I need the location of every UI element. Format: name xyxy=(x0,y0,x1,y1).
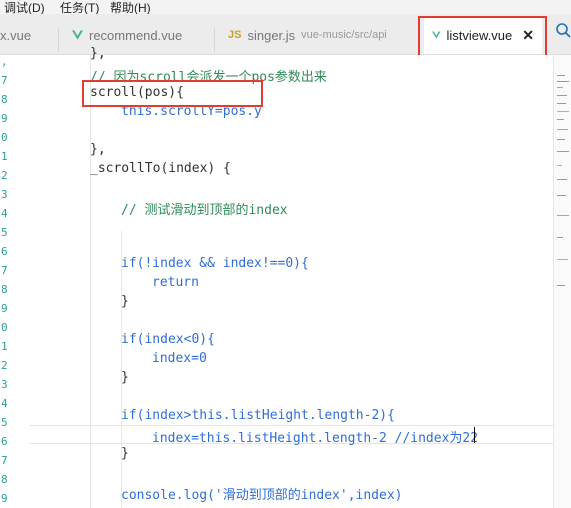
code-line: // 测试滑动到顶部的index xyxy=(121,203,288,218)
code-line: index=0 xyxy=(152,351,207,366)
search-icon[interactable] xyxy=(555,22,571,38)
code-line: index=this.listHeight.length-2 //index为2… xyxy=(152,431,479,446)
tab-label: listview.vue xyxy=(446,27,513,43)
code-editor[interactable]: }, // 因为scroll会派发一个pos参数出来 scroll(pos){ … xyxy=(0,46,558,508)
line-gutter: ,789 0123 4567 8901 2345 6789 xyxy=(0,55,12,508)
text-cursor xyxy=(474,427,475,443)
close-icon[interactable]: ✕ xyxy=(522,27,534,44)
code-line: } xyxy=(121,370,129,385)
code-line: scroll(pos){ xyxy=(90,85,184,100)
tab-label: x.vue xyxy=(0,27,32,43)
tab-label: recommend.vue xyxy=(89,27,183,43)
code-line: _scrollTo(index) { xyxy=(90,161,231,176)
code-line: if(!index && index!==0){ xyxy=(121,256,309,271)
minimap[interactable] xyxy=(553,55,571,508)
code-line: // 因为scroll会派发一个pos参数出来 xyxy=(90,70,327,85)
code-line: this.scrollY=pos.y xyxy=(121,104,262,119)
tab-listview[interactable]: listview.vue ✕ xyxy=(424,16,542,54)
tab-bar: x.vue recommend.vue JS singer.js vue-mus… xyxy=(0,14,571,55)
js-icon: JS xyxy=(228,29,242,41)
menu-bar: 调试(D) 任务(T) 帮助(H) xyxy=(0,0,571,15)
code-line: }, xyxy=(90,142,106,157)
tab-partial[interactable]: x.vue xyxy=(0,22,31,48)
tab-divider xyxy=(58,28,59,52)
code-line: } xyxy=(121,294,129,309)
tab-label: singer.js xyxy=(247,27,296,43)
tab-path: vue-music/src/api xyxy=(301,29,387,41)
code-line: if(index<0){ xyxy=(121,332,215,347)
tab-recommend[interactable]: recommend.vue xyxy=(72,22,182,48)
code-line: console.log('滑动到顶部的index',index) xyxy=(121,488,403,503)
tab-singer[interactable]: JS singer.js vue-music/src/api xyxy=(228,22,387,48)
code-line: if(index>this.listHeight.length-2){ xyxy=(121,408,395,423)
vue-icon xyxy=(72,30,83,40)
tab-divider xyxy=(214,28,215,52)
vue-icon xyxy=(432,31,441,39)
code-line: } xyxy=(121,446,129,461)
code-line: }, xyxy=(90,46,106,61)
code-line: return xyxy=(152,275,199,290)
